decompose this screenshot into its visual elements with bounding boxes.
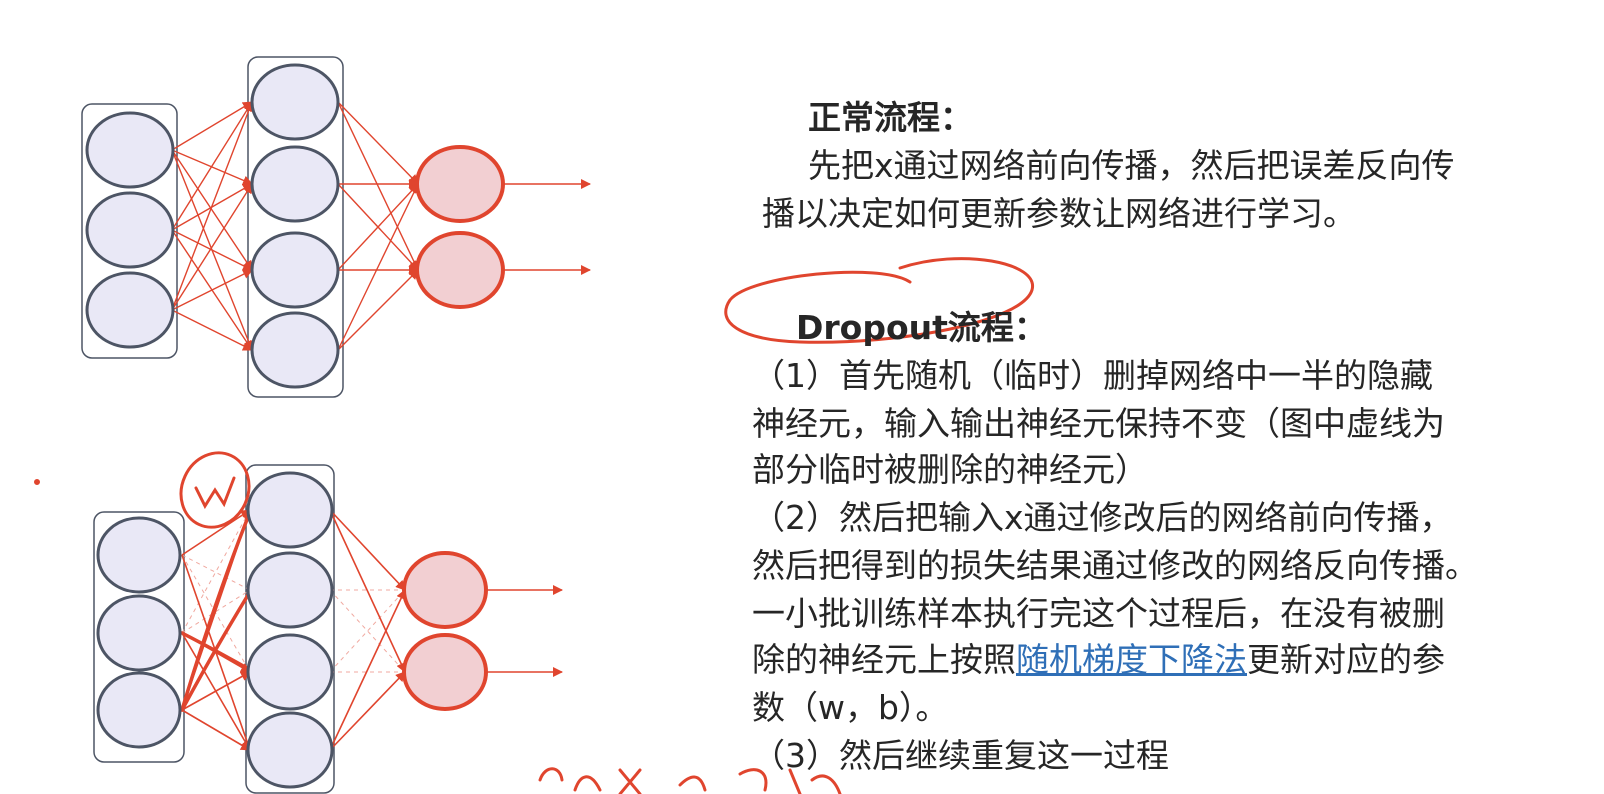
- dropout-step3: （3）然后继续重复这一过程: [752, 736, 1169, 775]
- dropout-step2-line-4: 除的神经元上按照随机梯度下降法更新对应的参: [752, 636, 1445, 684]
- handwritten-strokes: [180, 510, 258, 712]
- dropout-step2-line-4-post: 更新对应的参: [1247, 640, 1445, 679]
- dropout-step1-line-3: 部分临时被删除的神经元）: [752, 450, 1148, 489]
- dropout-step2-line-2: 然后把得到的损失结果通过修改的网络反向传播。: [752, 546, 1478, 585]
- dropout-step2-line-4-pre: 除的神经元上按照: [752, 640, 1016, 679]
- active-connections: [181, 509, 563, 751]
- normal-process-line-1: 先把x通过网络前向传播，然后把误差反向传: [808, 146, 1455, 185]
- dropout-step1-line-1: （1）首先随机（临时）删掉网络中一半的隐藏: [752, 356, 1433, 395]
- standard-hidden-neurons: [250, 63, 340, 389]
- dropout-step1-line-2: 神经元，输入输出神经元保持不变（图中虚线为: [752, 404, 1445, 443]
- dropout-step2-line-1: （2）然后把输入x通过修改后的网络前向传播，: [752, 498, 1453, 537]
- dropout-step2-line-3: 一小批训练样本执行完这个过程后，在没有被删: [752, 594, 1445, 633]
- standard-network: [81, 56, 591, 398]
- dropout-hidden-neurons: [246, 471, 334, 789]
- standard-output-neurons: [415, 145, 505, 309]
- normal-process-line-2: 播以决定如何更新参数让网络进行学习。: [762, 194, 1356, 233]
- dropout-output-neurons: [402, 551, 488, 711]
- dropout-network: [93, 464, 563, 794]
- dropout-step2-line-5: 数（w，b）。: [752, 688, 949, 727]
- standard-connections: [171, 101, 591, 351]
- sgd-link[interactable]: 随机梯度下降法: [1016, 640, 1247, 679]
- dropout-input-neurons: [96, 516, 182, 749]
- standard-input-neurons: [85, 111, 175, 349]
- handwritten-w: [194, 476, 236, 510]
- normal-process-heading: 正常流程：: [808, 98, 973, 137]
- dropout-process-heading: Dropout流程：: [796, 308, 1047, 347]
